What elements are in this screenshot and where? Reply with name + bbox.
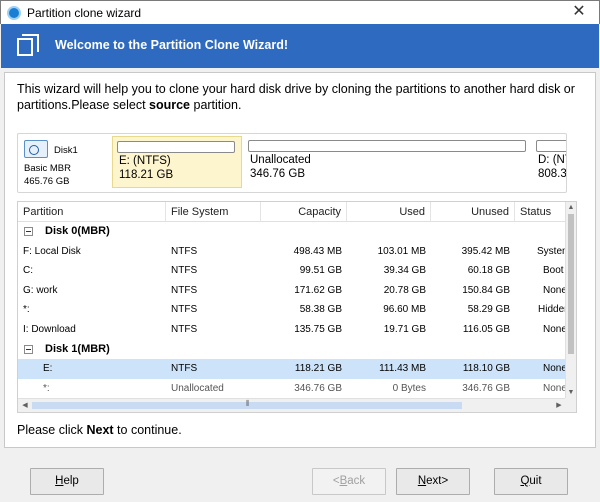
- disk-size: 465.76 GB: [24, 176, 70, 187]
- wizard-banner: Welcome to the Partition Clone Wizard!: [1, 24, 599, 68]
- horizontal-scrollbar[interactable]: ◀ ⦀ ▶: [18, 398, 566, 412]
- title-bar: Partition clone wizard ✕: [0, 0, 600, 24]
- column-header-capacity[interactable]: Capacity: [261, 202, 347, 222]
- table-row[interactable]: *: Unallocated 346.76 GB 0 Bytes 346.76 …: [18, 379, 566, 399]
- scroll-up-icon[interactable]: ▲: [567, 203, 575, 213]
- disk-partition-unallocated[interactable]: Unallocated 346.76 GB: [244, 136, 530, 188]
- intro-text: This wizard will help you to clone your …: [17, 82, 575, 112]
- vertical-scroll-thumb[interactable]: [568, 214, 574, 354]
- table-body: Disk 0(MBR) F: Local Disk NTFS 498.43 MB…: [18, 222, 566, 399]
- vertical-scrollbar[interactable]: ▲ ▼: [565, 202, 576, 399]
- table-header: Partition File System Capacity Used Unus…: [18, 202, 566, 222]
- next-button[interactable]: Next>: [396, 468, 470, 495]
- column-header-file-system[interactable]: File System: [166, 202, 261, 222]
- hard-disk-icon: [24, 140, 48, 158]
- table-row[interactable]: G: work NTFS 171.62 GB 20.78 GB 150.84 G…: [18, 281, 566, 301]
- scroll-down-icon[interactable]: ▼: [567, 388, 575, 398]
- table-row-selected[interactable]: E: NTFS 118.21 GB 111.43 MB 118.10 GB No…: [18, 359, 566, 379]
- help-button[interactable]: Help: [30, 468, 104, 495]
- disk-name: Disk1: [54, 145, 78, 156]
- scroll-left-icon[interactable]: ◀: [20, 400, 30, 412]
- table-row[interactable]: C: NTFS 99.51 GB 39.34 GB 60.18 GB Boot: [18, 261, 566, 281]
- quit-button[interactable]: Quit: [494, 468, 568, 495]
- column-header-partition[interactable]: Partition: [18, 202, 166, 222]
- continue-emphasis: Next: [86, 423, 114, 437]
- disk-map: Disk1 Basic MBR 465.76 GB E: (NTFS) 118.…: [17, 133, 567, 193]
- continue-hint: Please click Next to continue.: [17, 423, 182, 437]
- partition-usage-bar: [117, 141, 235, 153]
- partition-table: Partition File System Capacity Used Unus…: [17, 201, 577, 413]
- wizard-content: This wizard will help you to clone your …: [4, 72, 596, 448]
- group-row-disk0[interactable]: Disk 0(MBR): [18, 222, 566, 242]
- collapse-toggle-icon[interactable]: [24, 227, 33, 236]
- column-header-unused[interactable]: Unused: [431, 202, 515, 222]
- group-row-disk1[interactable]: Disk 1(MBR): [18, 340, 566, 360]
- scroll-grip-icon: ⦀: [246, 399, 250, 408]
- collapse-toggle-icon[interactable]: [24, 344, 33, 354]
- disk-partition-d[interactable]: D: (NT... 808.36...: [532, 136, 566, 188]
- partition-usage-bar: [536, 140, 566, 152]
- app-icon: [7, 6, 21, 20]
- intro-emphasis: source: [149, 98, 191, 112]
- disk-partition-e[interactable]: E: (NTFS) 118.21 GB: [112, 136, 242, 188]
- scroll-right-icon[interactable]: ▶: [554, 400, 564, 412]
- partition-usage-bar: [248, 140, 526, 152]
- table-row[interactable]: *: NTFS 58.38 GB 96.60 MB 58.29 GB Hidde…: [18, 300, 566, 320]
- button-bar: Help <Back Next> Quit: [0, 452, 600, 502]
- table-row[interactable]: F: Local Disk NTFS 498.43 MB 103.01 MB 3…: [18, 242, 566, 262]
- disk-label[interactable]: Disk1 Basic MBR 465.76 GB: [18, 134, 110, 192]
- column-header-used[interactable]: Used: [347, 202, 431, 222]
- window-title: Partition clone wizard: [27, 6, 142, 20]
- scrollbar-corner: [565, 398, 576, 412]
- banner-title: Welcome to the Partition Clone Wizard!: [55, 38, 289, 52]
- disk-type: Basic MBR: [24, 163, 71, 174]
- back-button[interactable]: <Back: [312, 468, 386, 495]
- clone-icon: [17, 34, 39, 56]
- table-row[interactable]: I: Download NTFS 135.75 GB 19.71 GB 116.…: [18, 320, 566, 340]
- close-icon[interactable]: ✕: [559, 1, 599, 25]
